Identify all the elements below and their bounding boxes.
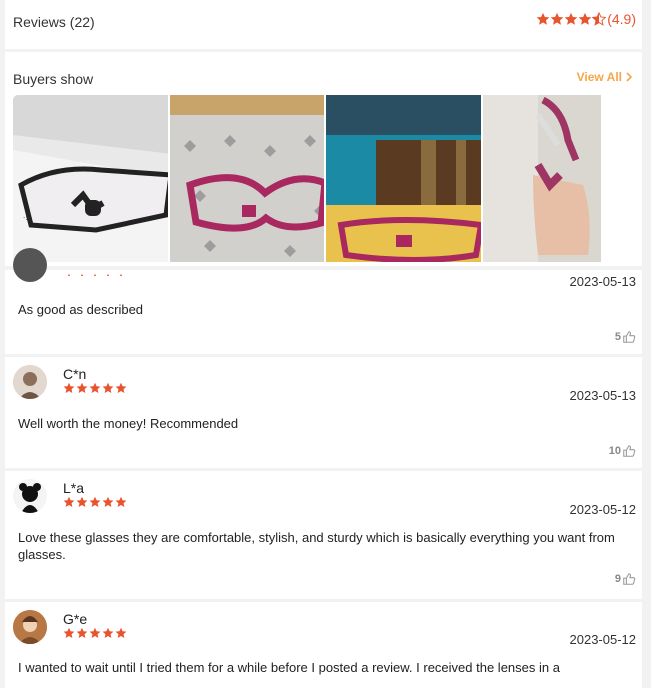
like-count: 5 (614, 331, 621, 343)
reviewer-name: G*e (63, 611, 88, 627)
thumbs-up-icon (622, 572, 636, 586)
star-icon (102, 627, 114, 639)
view-all-link[interactable]: View All (577, 70, 632, 84)
review-date: 2023-05-12 (569, 502, 637, 517)
review-text: As good as described (18, 302, 144, 317)
like-button[interactable]: 9 (615, 572, 636, 586)
review-date: 2023-05-13 (569, 388, 637, 403)
star-icon (63, 627, 75, 639)
star-icon (115, 382, 127, 394)
star-icon (115, 273, 127, 276)
avatar (13, 610, 47, 644)
star-icon (63, 273, 75, 276)
reviews-header: Reviews (22) (4.9) (5, 0, 642, 49)
review-stars (63, 496, 127, 508)
view-all-label: View All (576, 70, 622, 84)
star-icon (76, 273, 88, 276)
star-icon (102, 496, 114, 508)
star-icon (63, 382, 75, 394)
star-icon (63, 496, 75, 508)
like-count: 10 (608, 445, 621, 457)
buyer-photo-3[interactable] (326, 95, 481, 262)
review-date: 2023-05-12 (569, 632, 637, 647)
star-icon (115, 496, 127, 508)
star-icon (115, 627, 127, 639)
thumbs-up-icon (622, 330, 636, 344)
thumbs-up-icon (622, 444, 636, 458)
avatar (13, 479, 47, 513)
star-icon (89, 627, 101, 639)
avatar (13, 248, 47, 282)
like-button[interactable]: 10 (609, 444, 636, 458)
star-icon (102, 273, 114, 276)
review-stars (63, 627, 127, 639)
reviews-title: Reviews (22) (13, 14, 95, 30)
reviewer-name: L*a (63, 480, 85, 496)
star-icon (89, 496, 101, 508)
like-button[interactable]: 5 (615, 330, 636, 344)
buyer-photo-1[interactable]: ·:· (13, 95, 168, 262)
svg-text:·:·: ·:· (23, 214, 30, 222)
review-stars (63, 382, 127, 394)
rating-summary: (4.9) (536, 11, 636, 27)
buyer-photo-4[interactable] (482, 95, 638, 262)
chevron-right-icon (626, 72, 632, 82)
like-count: 9 (614, 573, 621, 585)
reviewer-name: C*n (63, 366, 87, 382)
star-icon (564, 12, 578, 26)
star-icon (76, 496, 88, 508)
review-stars (63, 273, 127, 276)
buyers-show-section: Buyers show View All ·:· (5, 52, 642, 266)
review-text: I wanted to wait until I tried them for … (18, 660, 560, 675)
review-text: Love these glasses they are comfortable,… (18, 530, 615, 562)
rating-score: (4.9) (607, 11, 636, 27)
review-item: G*e 2023-05-12 I wanted to wait until I … (5, 602, 642, 688)
star-icon (76, 382, 88, 394)
review-text: Well worth the money! Recommended (18, 416, 239, 431)
half-star-icon (592, 12, 606, 26)
star-icon (76, 627, 88, 639)
star-icon (89, 382, 101, 394)
avatar (13, 365, 47, 399)
review-date: 2023-05-13 (569, 274, 637, 289)
buyer-photos: ·:· (13, 95, 637, 262)
star-icon (102, 382, 114, 394)
buyers-show-title: Buyers show (13, 71, 94, 87)
buyer-photo-2[interactable] (169, 95, 324, 262)
review-item: 2023-05-13 As good as described 5 (5, 248, 642, 354)
star-icon (550, 12, 564, 26)
star-icon (536, 12, 550, 26)
review-item: L*a 2023-05-12 Love these glasses they a… (5, 471, 642, 599)
review-item: C*n 2023-05-13 Well worth the money! Rec… (5, 357, 642, 468)
star-icon (89, 273, 101, 276)
star-icon (578, 12, 592, 26)
